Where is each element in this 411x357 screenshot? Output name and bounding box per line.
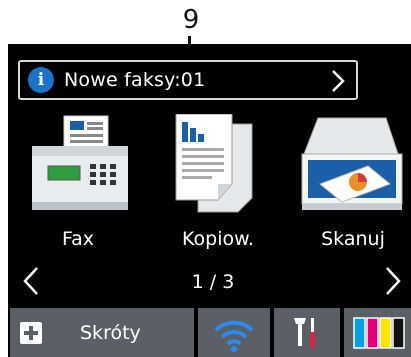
shortcuts-label: Skróty	[80, 321, 141, 344]
fax-icon	[32, 115, 128, 210]
callout-number: 9	[182, 5, 200, 35]
scan-label: Skanuj	[321, 228, 385, 250]
ink-levels-icon	[353, 317, 405, 349]
chevron-left-icon[interactable]	[22, 266, 40, 296]
chevron-right-icon[interactable]	[384, 266, 402, 296]
ink-levels-button[interactable]	[344, 308, 411, 357]
fax-tile[interactable]	[24, 114, 134, 244]
copy-icon	[175, 114, 253, 213]
scan-tile[interactable]	[298, 114, 408, 244]
settings-button[interactable]	[274, 308, 340, 357]
page-indicator: 1 / 3	[191, 271, 235, 293]
plus-icon	[20, 321, 42, 344]
notification-text: Nowe faksy:01	[64, 69, 206, 91]
wifi-button[interactable]	[198, 308, 270, 357]
notification-bar[interactable]: i Nowe faksy:01	[18, 60, 358, 100]
copy-label: Kopiow.	[182, 228, 254, 250]
shortcuts-button[interactable]: Skróty	[10, 308, 194, 357]
scan-icon	[301, 117, 403, 210]
fax-label: Fax	[61, 228, 95, 250]
copy-tile[interactable]	[168, 114, 278, 244]
bottom-toolbar: Skróty	[8, 308, 411, 357]
wifi-icon	[214, 320, 254, 352]
touchscreen: i Nowe faksy:01 Fax Kopiow. Skanuj 1 / 3…	[8, 44, 411, 357]
chevron-right-icon	[332, 70, 345, 92]
settings-tools-icon	[294, 318, 315, 348]
info-icon: i	[28, 67, 54, 93]
